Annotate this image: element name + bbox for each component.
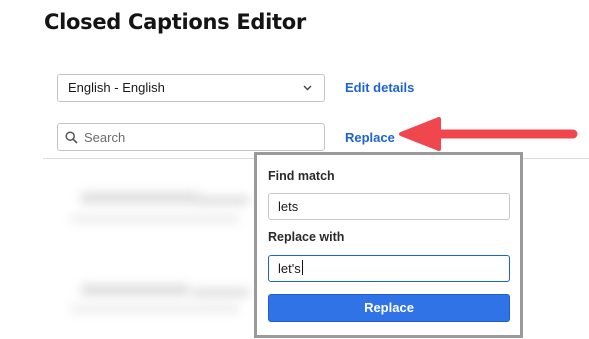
language-select-value: English - English xyxy=(68,80,165,95)
caption-row-blurred xyxy=(195,196,250,205)
replace-with-label: Replace with xyxy=(268,230,345,244)
caption-row-blurred xyxy=(70,305,240,313)
find-match-value: lets xyxy=(278,199,299,214)
caption-row-blurred xyxy=(80,192,200,204)
replace-link[interactable]: Replace xyxy=(345,130,395,145)
caption-row-blurred xyxy=(190,288,250,297)
replace-button[interactable]: Replace xyxy=(268,294,510,322)
replace-with-input[interactable]: let's xyxy=(268,255,510,282)
replace-with-value: let's xyxy=(278,261,301,276)
find-replace-popup: Find match lets Replace with let's Repla… xyxy=(254,152,523,338)
chevron-down-icon xyxy=(303,85,312,91)
text-caret xyxy=(301,260,303,275)
search-icon xyxy=(65,131,78,144)
search-input[interactable]: Search xyxy=(57,123,325,151)
caption-row-blurred xyxy=(80,284,190,296)
page-title: Closed Captions Editor xyxy=(44,10,306,34)
caption-row-blurred xyxy=(70,215,240,223)
find-match-label: Find match xyxy=(268,169,335,183)
edit-details-link[interactable]: Edit details xyxy=(345,80,414,95)
arrow-annotation xyxy=(399,117,578,151)
search-placeholder: Search xyxy=(84,130,126,145)
language-select[interactable]: English - English xyxy=(57,74,325,102)
find-match-input[interactable]: lets xyxy=(268,193,510,220)
